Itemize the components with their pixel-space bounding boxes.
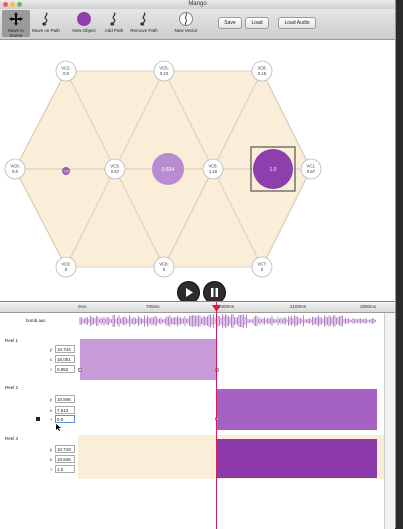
ruler-tick: 0ms xyxy=(78,304,87,309)
object-0-label: 0.8 xyxy=(64,170,69,174)
reel-1-segment[interactable] xyxy=(80,339,217,380)
reel-1-r-field[interactable]: 0.852 xyxy=(55,365,75,373)
move-arrows-icon xyxy=(9,12,23,26)
remove-path-icon xyxy=(140,12,146,26)
remove-path-label: Remove Path xyxy=(130,28,158,33)
reel-1-r-label: r xyxy=(50,367,53,372)
object-1-label: 0.834 xyxy=(162,167,175,173)
window-title: Mango xyxy=(188,1,207,7)
reel-3-y-label: y xyxy=(49,447,52,452)
reel-2-label: Reel 2 xyxy=(5,385,19,390)
move-on-path-button[interactable]: Move on Path xyxy=(32,10,60,37)
new-vector-label: New Vector xyxy=(174,28,198,33)
reel-2-r-color-swatch[interactable] xyxy=(36,417,40,421)
vector-node[interactable]: VC8:0 xyxy=(153,256,175,278)
node-label: VC6: xyxy=(208,164,217,169)
node-label: VC2: xyxy=(61,66,70,71)
object-2-label: 1.0 xyxy=(270,167,277,173)
save-button[interactable]: Save xyxy=(218,17,242,29)
ruler-tick: 700ms xyxy=(146,304,160,309)
audio-track-label: bomb.aac xyxy=(26,318,46,323)
ruler-tick: 2100ms xyxy=(290,304,307,309)
vector-node[interactable]: VC8:0.16 xyxy=(251,60,273,82)
reel-1-y-label: y xyxy=(49,347,52,352)
ruler-tick: 2800ms xyxy=(360,304,377,309)
vector-node[interactable]: VC6:1.18 xyxy=(202,158,224,180)
node-value: 0.67 xyxy=(307,169,316,174)
object-0[interactable]: 0.8 xyxy=(62,167,70,175)
node-value: 0.16 xyxy=(258,71,267,76)
reel-3-y-field[interactable]: 10.718 xyxy=(55,445,75,453)
reel-3-segment[interactable] xyxy=(217,439,377,478)
timeline-panel[interactable]: 0ms 700ms 1400ms 2100ms 2800ms bomb.aac … xyxy=(0,301,395,529)
vector-node[interactable]: VC9:0 xyxy=(55,256,77,278)
reel-2-r-label: r xyxy=(50,417,53,422)
reel-2-x-field[interactable]: 7.513 xyxy=(55,406,75,414)
node-label: VC0: xyxy=(10,164,19,169)
vector-node[interactable]: VC1:0.67 xyxy=(300,158,322,180)
vector-node[interactable]: VC5:0.23 xyxy=(153,60,175,82)
vector-icon xyxy=(179,12,193,26)
node-value: 0.23 xyxy=(160,71,169,76)
circle-object-icon xyxy=(77,12,91,26)
mouse-cursor-icon xyxy=(56,424,61,431)
reel-3-x-field[interactable]: 10.846 xyxy=(55,455,75,463)
play-icon xyxy=(186,288,193,297)
node-label: VC8: xyxy=(257,66,266,71)
node-label: VC3: xyxy=(110,164,119,169)
audio-waveform xyxy=(79,314,376,328)
vector-node[interactable]: VC3:0.57 xyxy=(104,158,126,180)
reel-2-y-field[interactable]: 10.846 xyxy=(55,395,75,403)
reel-3-label: Reel 3 xyxy=(5,436,19,441)
node-value: 0.0 xyxy=(63,71,69,76)
node-value: 0.0 xyxy=(12,169,18,174)
add-path-label: Add Path xyxy=(104,28,124,33)
reel-1-x-field[interactable]: 16.051 xyxy=(55,355,75,363)
toolbar: Move in Scene Move on Path New Object Ad… xyxy=(0,9,395,40)
node-label: VC5: xyxy=(159,66,168,71)
move-on-path-label: Move on Path xyxy=(32,28,60,33)
playhead-line[interactable] xyxy=(216,302,217,529)
node-value: 0.57 xyxy=(111,169,120,174)
reel-1-label: Reel 1 xyxy=(5,338,19,343)
object-1[interactable]: 0.834 xyxy=(152,153,184,185)
pause-icon xyxy=(211,288,218,297)
hex-grid[interactable]: VC2:0.0VC5:0.23VC8:0.16VC0:0.0VC3:0.57VC… xyxy=(0,40,395,298)
vector-node[interactable]: VC7:0 xyxy=(251,256,273,278)
new-vector-button[interactable]: New Vector xyxy=(172,10,200,37)
reel-1-y-field[interactable]: 10.744 xyxy=(55,345,75,353)
node-label: VC9: xyxy=(61,262,70,267)
remove-path-button[interactable]: Remove Path xyxy=(130,10,158,37)
node-value: 1.18 xyxy=(209,169,218,174)
new-object-button[interactable]: New Object xyxy=(70,10,98,37)
reel-1-x-label: x xyxy=(49,357,52,362)
move-in-scene-label: Move in Scene xyxy=(8,28,24,38)
reel-3-x-label: x xyxy=(49,457,52,462)
reel-2-y-label: y xyxy=(49,397,52,402)
app-window: Mango Move in Scene Move on Path New Obj… xyxy=(0,0,396,529)
reel-2-x-label: x xyxy=(49,408,52,413)
load-button[interactable]: Load xyxy=(245,17,269,29)
reel-3-r-label: r xyxy=(50,467,53,472)
reel-2-r-field[interactable]: 0.0 xyxy=(55,415,75,423)
reel-3-r-field[interactable]: 1.0 xyxy=(55,465,75,473)
path-note-icon xyxy=(42,12,48,26)
time-ruler[interactable]: 0ms 700ms 1400ms 2100ms 2800ms xyxy=(0,302,395,313)
vector-node[interactable]: VC2:0.0 xyxy=(55,60,77,82)
node-label: VC8: xyxy=(159,262,168,267)
add-path-button[interactable]: Add Path xyxy=(100,10,128,37)
vector-node[interactable]: VC0:0.0 xyxy=(4,158,26,180)
scene-canvas[interactable]: VC2: 0.0 VC5: 0.23 VC8: 0.16 VC0: 0.0 VC3: 0.57 VC… xyxy=(0,40,395,304)
node-label: VC1: xyxy=(306,164,315,169)
add-path-icon xyxy=(110,12,116,26)
timeline-scrollbar[interactable] xyxy=(384,313,395,529)
node-label: VC7: xyxy=(257,262,266,267)
reel-1-start-handle[interactable] xyxy=(78,368,82,372)
new-object-label: New Object xyxy=(72,28,96,33)
move-in-scene-button[interactable]: Move in Scene xyxy=(2,10,30,38)
load-audio-button[interactable]: Load Audio xyxy=(278,17,316,29)
reel-2-segment[interactable] xyxy=(217,389,377,430)
